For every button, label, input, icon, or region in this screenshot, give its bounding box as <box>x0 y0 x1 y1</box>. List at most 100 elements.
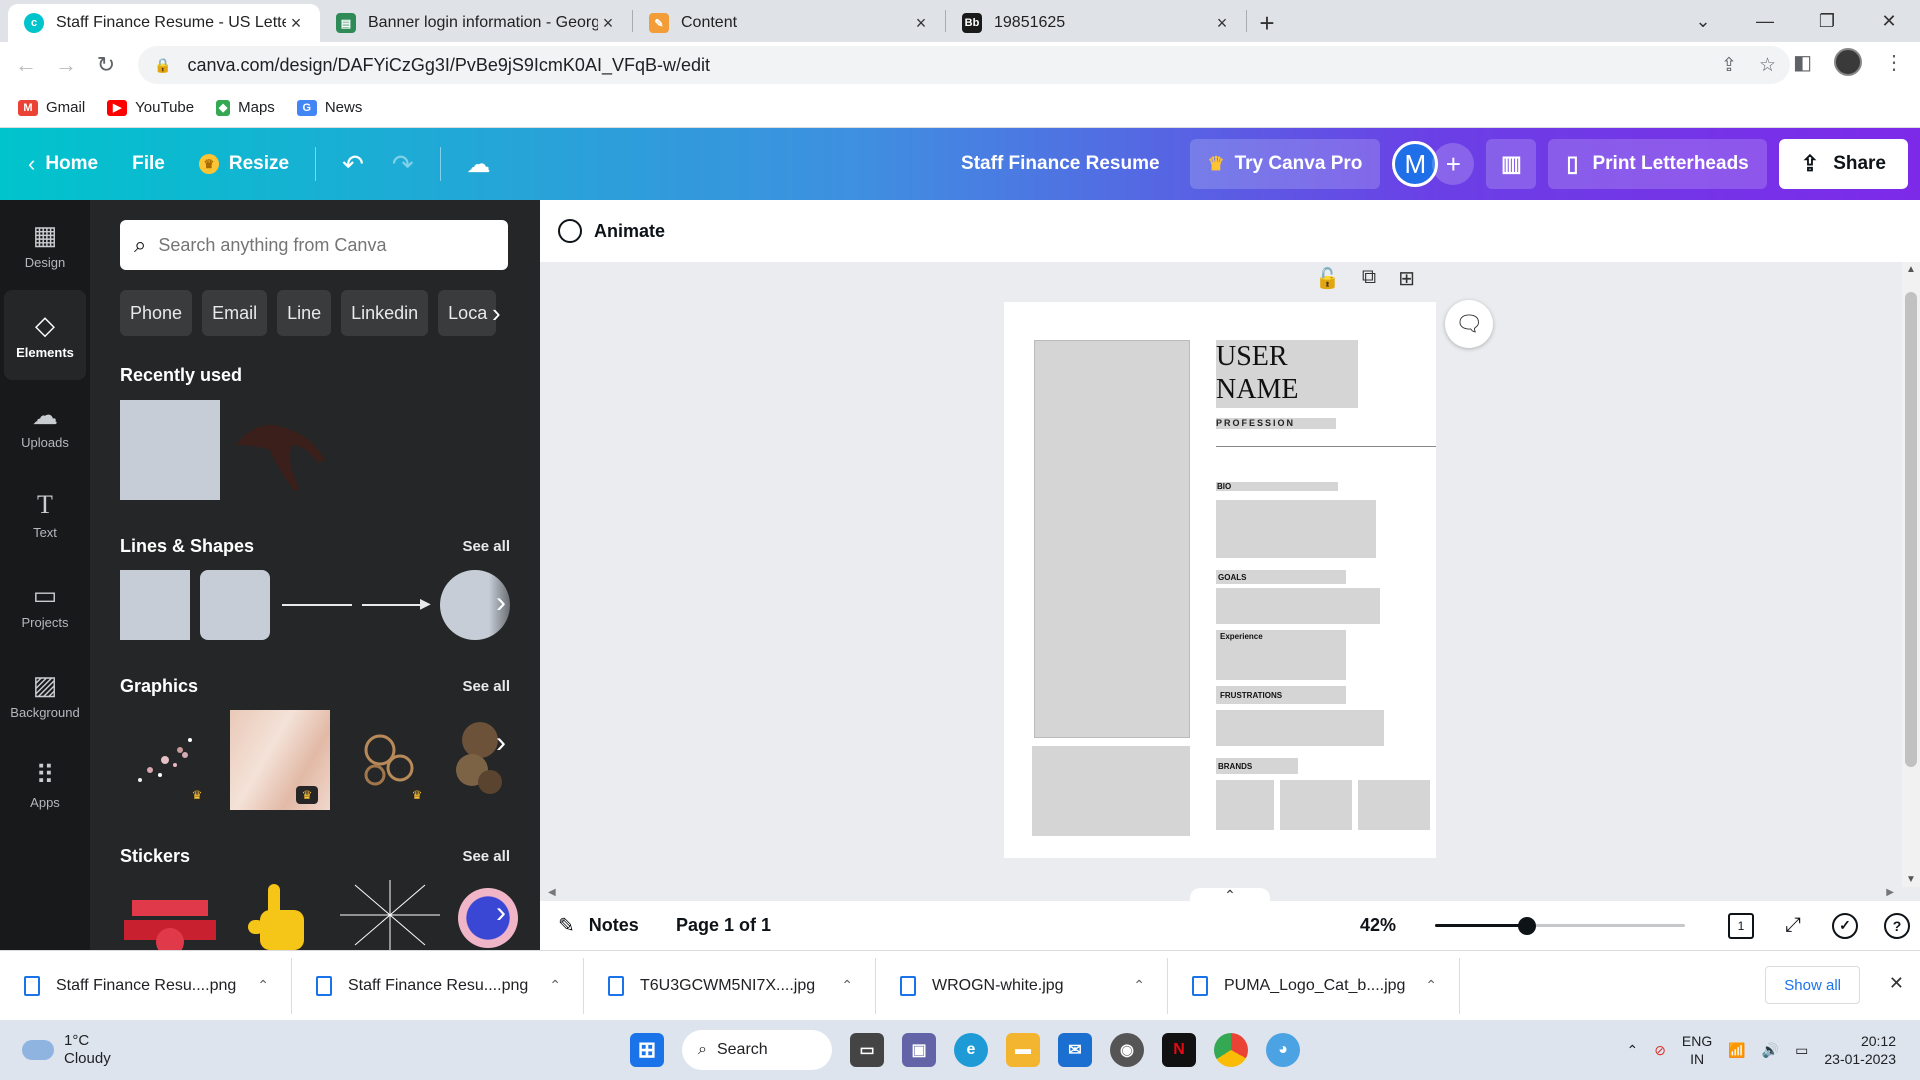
windows-start-icon[interactable]: ⊞ <box>630 1033 664 1067</box>
cloud-saved-icon[interactable]: ☁ <box>453 140 505 188</box>
redo-button[interactable]: ↷ <box>378 140 428 188</box>
line-shape[interactable] <box>282 604 352 606</box>
rail-item-apps[interactable]: ⠿ Apps <box>0 740 90 830</box>
page-count-icon[interactable]: 1 <box>1728 912 1754 939</box>
restore-button[interactable]: ❐ <box>1796 0 1858 42</box>
chip-location[interactable]: Loca <box>438 290 497 336</box>
arrow-line-shape[interactable] <box>362 604 426 606</box>
zoom-slider[interactable] <box>1435 917 1685 935</box>
try-canva-pro-button[interactable]: ♛ Try Canva Pro <box>1189 139 1381 189</box>
chevron-right-icon[interactable]: › <box>496 586 506 620</box>
add-page-icon[interactable]: ⊞ <box>1398 266 1415 291</box>
reload-button[interactable]: ↻ <box>86 45 126 85</box>
new-tab-button[interactable]: + <box>1247 4 1287 42</box>
lines-shapes-see-all[interactable]: See all <box>462 538 510 555</box>
file-explorer-icon[interactable]: ▬ <box>1006 1033 1040 1067</box>
brand-box-1[interactable] <box>1216 780 1274 830</box>
rail-item-design[interactable]: ▦ Design <box>0 200 90 290</box>
url-field[interactable]: 🔒 canva.com/design/DAFYiCzGg3I/PvBe9jS9I… <box>138 46 1790 84</box>
frustrations-label[interactable]: FRUSTRATIONS <box>1220 691 1282 700</box>
lock-page-icon[interactable]: 🔓 <box>1315 266 1340 291</box>
weather-widget[interactable]: 1°C Cloudy <box>22 1032 111 1068</box>
search-input[interactable] <box>158 234 489 256</box>
vertical-scrollbar[interactable]: ▲ ▼ <box>1902 262 1920 887</box>
scroll-thumb[interactable] <box>1905 292 1917 767</box>
gold-leaves-graphic[interactable] <box>450 710 510 810</box>
bookmark-gmail[interactable]: M Gmail <box>18 99 85 116</box>
goals-box[interactable] <box>1216 588 1380 624</box>
tab-search-chevron-icon[interactable]: ⌄ <box>1672 0 1734 42</box>
close-icon[interactable]: × <box>911 13 931 34</box>
chip-line[interactable]: Line <box>277 290 332 336</box>
flower-sticker[interactable] <box>458 888 518 948</box>
download-item[interactable]: WROGN-white.jpg ⌃ <box>876 957 1168 1014</box>
browser-tab-content[interactable]: ✎ Content × <box>633 4 945 42</box>
bookmark-star-icon[interactable]: ☆ <box>1759 54 1776 77</box>
task-view-icon[interactable]: ▭ <box>850 1033 884 1067</box>
close-icon[interactable]: × <box>286 13 306 34</box>
taskbar-search[interactable]: ⌕ Search <box>682 1030 832 1070</box>
experience-label[interactable]: Experience <box>1220 632 1263 641</box>
app-icon[interactable]: ◉ <box>1110 1033 1144 1067</box>
scroll-right-icon[interactable]: ▶ <box>1886 887 1894 898</box>
rail-item-uploads[interactable]: ☁ Uploads <box>0 380 90 470</box>
fullscreen-icon[interactable]: ⤢ <box>1780 913 1806 939</box>
bookmark-youtube[interactable]: ▶ YouTube <box>107 99 194 116</box>
chevron-up-icon[interactable]: ⌃ <box>841 977 853 994</box>
add-collaborator-button[interactable]: + <box>1432 143 1475 185</box>
recent-square-element[interactable] <box>120 400 220 500</box>
close-icon[interactable]: × <box>1212 13 1232 34</box>
chip-email[interactable]: Email <box>202 290 268 336</box>
scroll-left-icon[interactable]: ◀ <box>548 887 556 898</box>
brand-box-2[interactable] <box>1280 780 1352 830</box>
download-item[interactable]: PUMA_Logo_Cat_b....jpg ⌃ <box>1168 957 1460 1014</box>
chevron-up-icon[interactable]: ⌃ <box>1425 977 1437 994</box>
check-circle-icon[interactable]: ✓ <box>1832 912 1858 939</box>
wifi-icon[interactable]: 📶 <box>1728 1042 1745 1059</box>
share-page-icon[interactable]: ⇪ <box>1721 54 1737 77</box>
paint-app-icon[interactable]: ◕ <box>1266 1033 1300 1067</box>
chevron-right-icon[interactable]: › <box>496 726 506 760</box>
rail-item-elements[interactable]: ◇ Elements <box>4 290 86 380</box>
chevron-right-icon[interactable]: › <box>496 896 506 930</box>
elements-search[interactable]: ⌕ <box>120 220 508 270</box>
download-item[interactable]: Staff Finance Resu....png ⌃ <box>0 957 292 1014</box>
scroll-up-icon[interactable]: ▲ <box>1906 264 1916 275</box>
profile-avatar[interactable] <box>1834 48 1862 76</box>
netflix-icon[interactable]: N <box>1162 1033 1196 1067</box>
close-icon[interactable]: × <box>598 13 618 34</box>
share-button[interactable]: ⇪ Share <box>1778 139 1908 189</box>
resume-name[interactable]: USER NAME <box>1216 340 1356 406</box>
page-indicator[interactable]: Page 1 of 1 <box>676 915 771 936</box>
download-item[interactable]: T6U3GCWM5NI7X....jpg ⌃ <box>584 957 876 1014</box>
show-pages-chevron-icon[interactable]: ⌃ <box>1190 888 1270 902</box>
bio-label[interactable]: BIO <box>1217 482 1231 491</box>
square-shape[interactable] <box>120 570 190 640</box>
add-comment-icon[interactable]: 🗨 <box>1445 300 1493 348</box>
volume-icon[interactable]: 🔊 <box>1762 1042 1779 1059</box>
notes-button[interactable]: ✎ Notes <box>558 913 639 938</box>
teams-chat-icon[interactable]: ▣ <box>902 1033 936 1067</box>
menu-kebab-icon[interactable]: ⋮ <box>1884 50 1904 75</box>
clock[interactable]: 20:12 23-01-2023 <box>1824 1032 1896 1068</box>
chevron-up-icon[interactable]: ⌃ <box>257 977 269 994</box>
download-item[interactable]: Staff Finance Resu....png ⌃ <box>292 957 584 1014</box>
brand-box-3[interactable] <box>1358 780 1430 830</box>
left-bottom-placeholder[interactable] <box>1032 746 1190 836</box>
language-indicator[interactable]: ENG IN <box>1682 1032 1712 1068</box>
scroll-down-icon[interactable]: ▼ <box>1906 874 1916 885</box>
file-menu-button[interactable]: File <box>118 140 179 188</box>
zoom-slider-handle[interactable] <box>1517 917 1536 935</box>
browser-tab-blackboard[interactable]: Bb 19851625 × <box>946 4 1246 42</box>
rail-item-text[interactable]: T Text <box>0 470 90 560</box>
bookmark-maps[interactable]: ◆ Maps <box>216 99 275 116</box>
edge-browser-icon[interactable]: e <box>954 1033 988 1067</box>
chip-phone[interactable]: Phone <box>120 290 193 336</box>
show-all-downloads-button[interactable]: Show all <box>1765 966 1860 1004</box>
close-icon[interactable]: ✕ <box>1889 973 1904 994</box>
duplicate-page-icon[interactable]: ⧉ <box>1362 266 1376 291</box>
print-letterheads-button[interactable]: ▯ Print Letterheads <box>1548 139 1767 189</box>
graphics-see-all[interactable]: See all <box>462 678 510 695</box>
network-alert-icon[interactable]: ⊘ <box>1654 1042 1666 1059</box>
stickers-see-all[interactable]: See all <box>462 848 510 865</box>
